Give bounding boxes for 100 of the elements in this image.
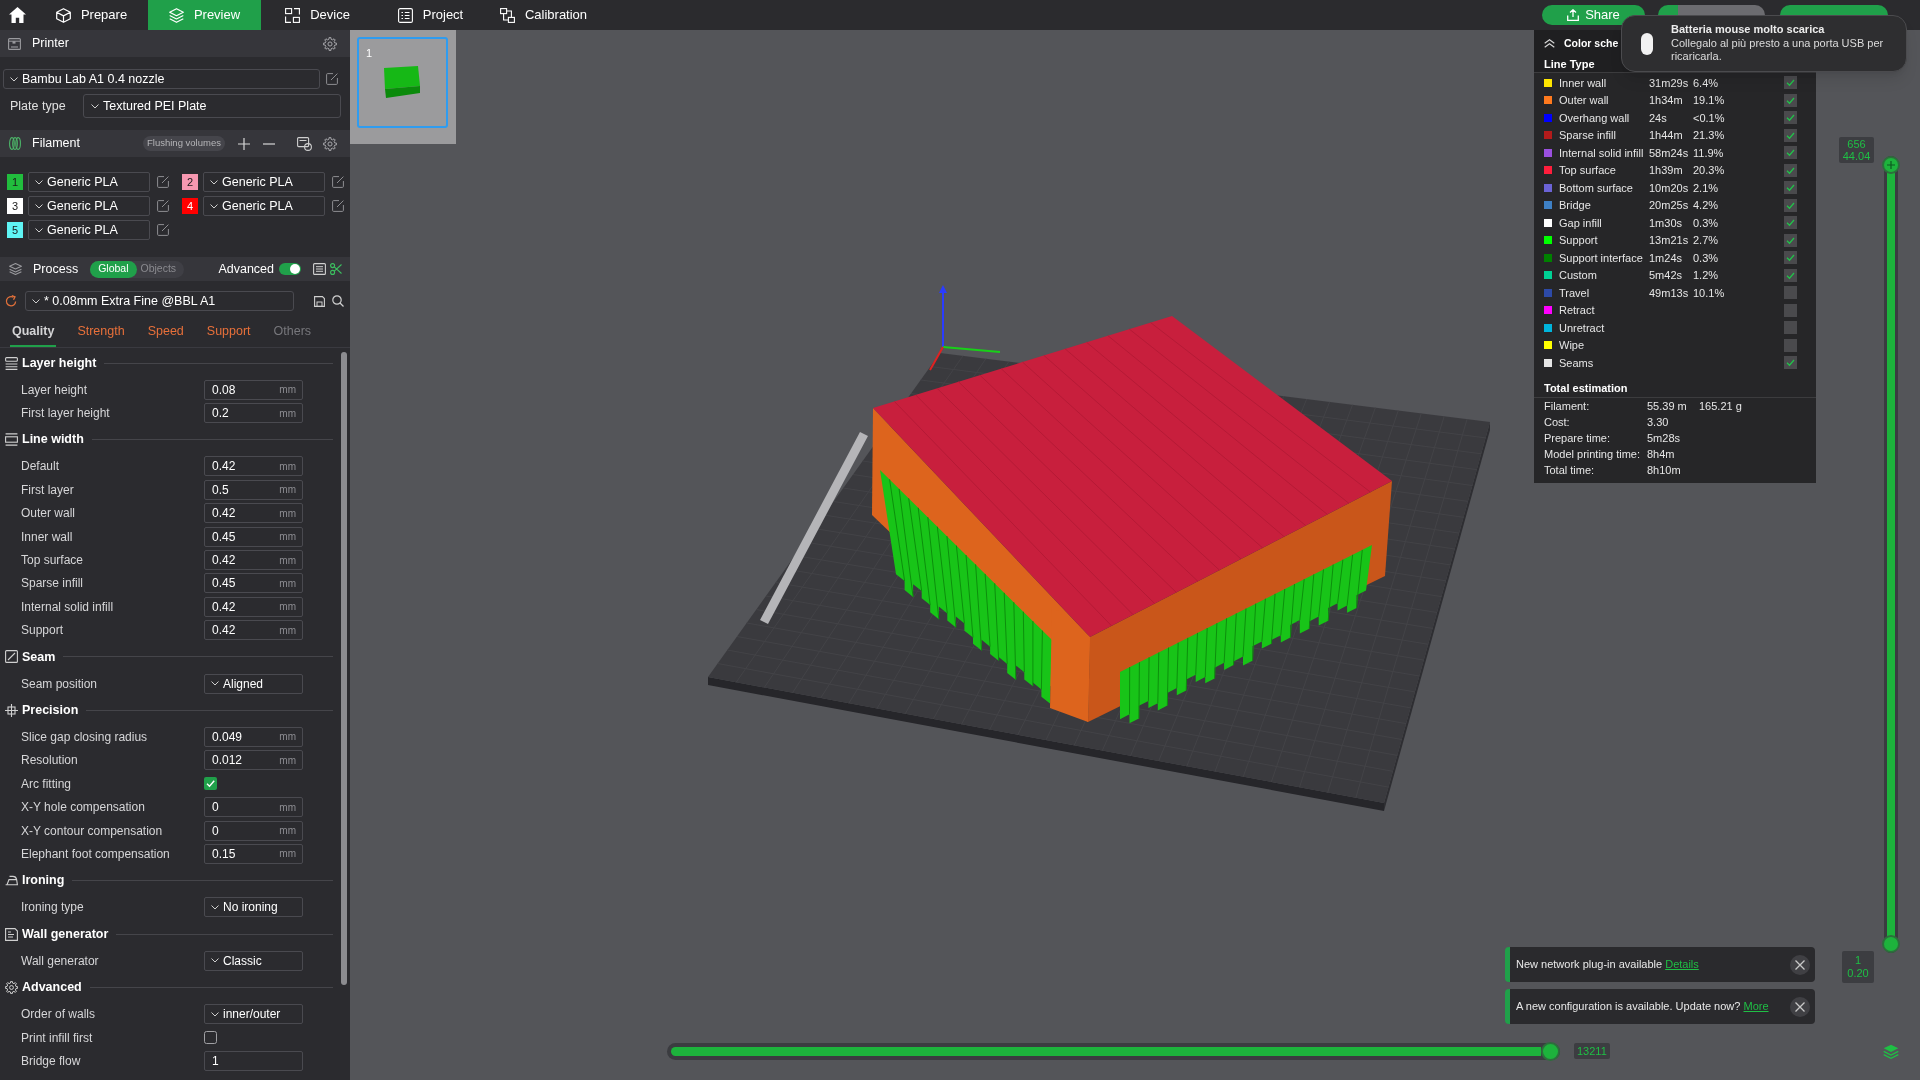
plate-type-dropdown[interactable]: Textured PEI Plate: [83, 94, 341, 118]
number-input[interactable]: 0.5 mm: [204, 479, 303, 500]
edit-icon[interactable]: [157, 176, 169, 188]
checkbox[interactable]: [204, 1031, 217, 1044]
line-type-name: Overhang wall: [1559, 111, 1630, 124]
dropdown[interactable]: Classic: [204, 950, 303, 971]
number-input[interactable]: 0.45 mm: [204, 573, 303, 594]
time-value: 13m21s: [1649, 234, 1689, 246]
printer-preset-dropdown[interactable]: Bambu Lab A1 0.4 nozzle: [3, 69, 320, 89]
scrollbar-thumb[interactable]: [341, 352, 347, 985]
visibility-checkbox[interactable]: [1784, 93, 1797, 107]
visibility-checkbox[interactable]: [1784, 111, 1797, 125]
number-input[interactable]: 0.42 mm: [204, 456, 303, 477]
nav-tab[interactable]: Prepare: [35, 0, 148, 30]
settings-icon[interactable]: [323, 36, 337, 51]
list-icon: [397, 7, 413, 23]
visibility-checkbox[interactable]: [1784, 163, 1797, 177]
visibility-checkbox[interactable]: [1784, 146, 1797, 160]
number-input[interactable]: 0.049 mm: [204, 727, 303, 747]
dropdown[interactable]: No ironing: [204, 897, 303, 918]
visibility-checkbox[interactable]: [1784, 338, 1797, 352]
panel-title: Process: [33, 260, 79, 278]
number-input[interactable]: 0.42 mm: [204, 503, 303, 524]
nav-tab[interactable]: Calibration: [487, 0, 600, 30]
setting-label: X-Y contour compensation: [20, 822, 164, 840]
edit-icon[interactable]: [332, 200, 344, 212]
close-button[interactable]: [1790, 996, 1810, 1017]
cube-icon: [55, 7, 71, 23]
save-icon[interactable]: [314, 295, 325, 307]
list-icon[interactable]: [313, 263, 326, 275]
number-input[interactable]: 0 mm: [204, 797, 303, 818]
close-button[interactable]: [1790, 954, 1810, 975]
percent-value: 2.1%: [1693, 180, 1719, 196]
visibility-checkbox[interactable]: [1784, 233, 1797, 247]
visibility-checkbox[interactable]: [1784, 216, 1797, 230]
visibility-checkbox[interactable]: [1784, 356, 1797, 370]
setting-label: Top surface: [20, 552, 85, 570]
notification-title: Batteria mouse molto scarica: [1671, 23, 1826, 37]
number-input[interactable]: 1: [204, 1050, 303, 1071]
nav-tab[interactable]: Device: [261, 0, 374, 30]
visibility-checkbox[interactable]: [1784, 128, 1797, 142]
filament-dropdown[interactable]: Generic PLA: [203, 172, 325, 192]
visibility-checkbox[interactable]: [1784, 303, 1797, 317]
card-circle-icon[interactable]: [297, 136, 312, 151]
double-chevron-up-icon[interactable]: [1544, 39, 1555, 48]
edit-icon[interactable]: [332, 176, 344, 188]
notification-link[interactable]: More: [1743, 1000, 1769, 1013]
nav-tab[interactable]: Project: [374, 0, 487, 30]
refresh-icon[interactable]: [5, 295, 17, 307]
checkbox[interactable]: [204, 777, 217, 791]
dropdown[interactable]: Aligned: [204, 673, 303, 694]
chevron-down-icon: [211, 681, 219, 687]
section-title: Wall generator: [22, 925, 109, 943]
flushing-volumes-button[interactable]: Flushing volumes: [143, 136, 225, 151]
settings-tab[interactable]: Quality: [10, 318, 57, 347]
settings-tab[interactable]: Support: [204, 318, 253, 347]
edit-icon[interactable]: [326, 73, 338, 85]
toggle-switch[interactable]: [279, 263, 301, 275]
number-input[interactable]: 0.42 mm: [204, 596, 303, 617]
visibility-checkbox[interactable]: [1784, 198, 1797, 212]
number-input[interactable]: 0.45 mm: [204, 526, 303, 547]
number-input[interactable]: 0.15 mm: [204, 843, 303, 864]
time-value: 1h39m: [1649, 164, 1683, 176]
notification-link[interactable]: Details: [1665, 958, 1699, 971]
number-input[interactable]: 0.42 mm: [204, 620, 303, 641]
plus-icon[interactable]: [238, 137, 250, 150]
number-input[interactable]: 0 mm: [204, 820, 303, 841]
visibility-checkbox[interactable]: [1784, 251, 1797, 265]
home-icon: [9, 7, 26, 23]
layer-height-value: 44.04: [1842, 150, 1871, 162]
filament-dropdown[interactable]: Generic PLA: [28, 220, 150, 240]
process-preset-dropdown[interactable]: * 0.08mm Extra Fine @BBL A1: [25, 291, 294, 311]
layers-icon[interactable]: [1883, 1044, 1899, 1059]
visibility-checkbox[interactable]: [1784, 286, 1797, 300]
visibility-checkbox[interactable]: [1784, 321, 1797, 335]
search-icon[interactable]: [332, 295, 344, 307]
estimate-value: 55.39 m: [1647, 400, 1687, 413]
number-input[interactable]: 0.2 mm: [204, 403, 303, 424]
visibility-checkbox[interactable]: [1784, 268, 1797, 282]
filament-dropdown[interactable]: Generic PLA: [28, 172, 150, 192]
dropdown[interactable]: inner/outer: [204, 1004, 303, 1025]
number-input[interactable]: 0.42 mm: [204, 550, 303, 571]
edit-icon[interactable]: [157, 200, 169, 212]
visibility-checkbox[interactable]: [1784, 181, 1797, 195]
time-value: 1m24s: [1649, 251, 1683, 264]
settings-tab[interactable]: Speed: [145, 318, 186, 347]
settings-tab[interactable]: Strength: [75, 318, 127, 347]
minus-icon[interactable]: [263, 142, 275, 145]
number-input[interactable]: 0.08 mm: [204, 379, 303, 400]
edit-icon[interactable]: [157, 224, 169, 236]
move-slider-track[interactable]: [667, 1043, 1560, 1060]
filament-dropdown[interactable]: Generic PLA: [28, 196, 150, 216]
settings-icon[interactable]: [323, 136, 337, 151]
scissors-icon[interactable]: [330, 263, 342, 275]
filament-dropdown[interactable]: Generic PLA: [203, 196, 325, 216]
number-input[interactable]: 0.012 mm: [204, 750, 303, 771]
slider-handle[interactable]: [1541, 1042, 1560, 1061]
visibility-checkbox[interactable]: [1784, 76, 1797, 90]
percent-value: 1.2%: [1693, 268, 1719, 283]
line-type-name: Outer wall: [1559, 94, 1609, 106]
